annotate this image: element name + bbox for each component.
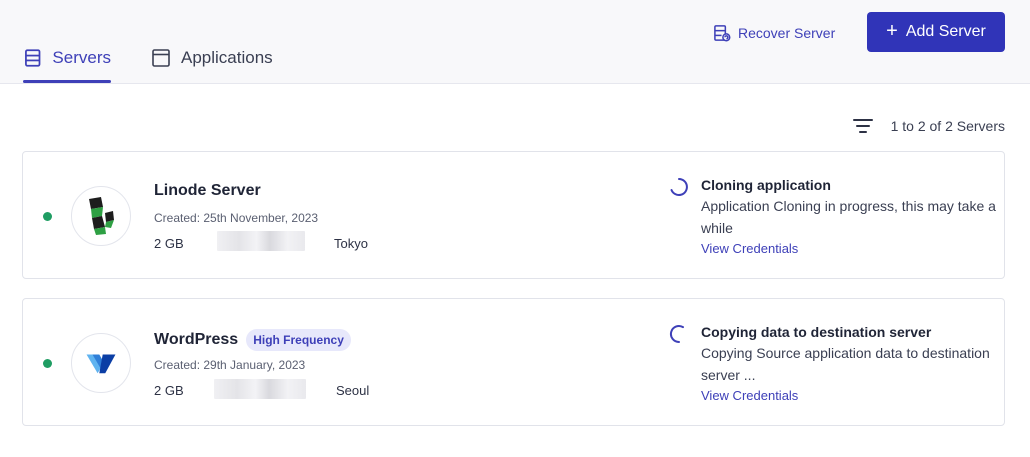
online-status-dot [43, 359, 52, 368]
list-toolbar: 1 to 2 of 2 Servers [852, 116, 1005, 136]
recover-server-button[interactable]: Recover Server [713, 22, 835, 44]
server-card[interactable]: WordPress High Frequency Created: 29th J… [22, 298, 1005, 426]
created-date: Created: 29th January, 2023 [154, 358, 306, 372]
task-title: Copying data to destination server [701, 324, 932, 340]
online-status-dot [43, 212, 52, 221]
window-icon [152, 49, 170, 67]
task-description: Application Cloning in progress, this ma… [701, 198, 996, 236]
plan-badge: High Frequency [246, 329, 351, 351]
view-credentials-link[interactable]: View Credentials [701, 239, 996, 259]
progress-spinner-icon [670, 325, 684, 344]
server-card[interactable]: Linode Server Created: 25th November, 20… [22, 151, 1005, 279]
server-size: 2 GB [154, 383, 184, 398]
server-name[interactable]: Linode Server [154, 182, 261, 200]
add-server-label: Add Server [905, 23, 986, 40]
server-location: Seoul [336, 383, 370, 398]
server-size: 2 GB [154, 236, 184, 251]
plus-icon: + [886, 20, 898, 42]
task-description: Copying Source application data to desti… [701, 345, 990, 383]
server-location: Tokyo [334, 236, 368, 251]
view-credentials-link[interactable]: View Credentials [701, 386, 996, 406]
recover-server-icon [714, 24, 731, 41]
created-date: Created: 25th November, 2023 [154, 211, 319, 225]
tab-servers[interactable]: Servers [23, 48, 111, 83]
linode-logo-icon [71, 186, 131, 246]
task-status: Copying data to destination server Copyi… [701, 323, 996, 406]
task-title: Cloning application [701, 177, 831, 193]
progress-spinner-icon [670, 178, 688, 196]
tab-label: Servers [52, 48, 111, 67]
add-server-button[interactable]: + Add Server [867, 12, 1005, 52]
recover-server-label: Recover Server [738, 25, 836, 41]
server-icon [25, 49, 41, 67]
task-status: Cloning application Application Cloning … [701, 176, 996, 259]
filter-icon[interactable] [852, 118, 873, 134]
tab-label: Applications [181, 48, 273, 67]
server-name[interactable]: WordPress High Frequency [154, 329, 351, 351]
ip-address-redacted [214, 379, 306, 399]
vultr-logo-icon [71, 333, 131, 393]
ip-address-redacted [217, 231, 305, 251]
pagination-summary: 1 to 2 of 2 Servers [890, 118, 1005, 134]
tab-applications[interactable]: Applications [151, 48, 273, 82]
top-bar: Servers Applications Recover Server + Ad… [0, 0, 1030, 84]
